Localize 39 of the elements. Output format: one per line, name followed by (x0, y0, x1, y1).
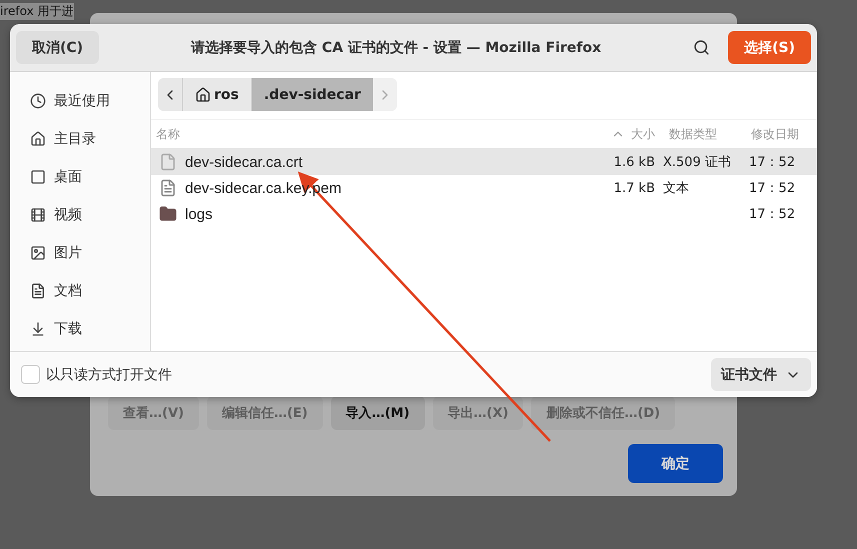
sidebar-item[interactable]: 桌面 (54, 168, 82, 186)
sidebar-item[interactable]: 主目录 (54, 130, 96, 148)
modified-time: 17：52 (749, 181, 796, 196)
document-icon (30, 283, 46, 299)
window-title: 请选择要导入的包含 CA 证书的文件 - 设置 — Mozilla Firefox (190, 38, 602, 56)
search-icon[interactable] (693, 39, 710, 56)
select-button[interactable]: 选择(S) (728, 31, 811, 64)
file-icon (159, 153, 177, 171)
text-file-icon (159, 179, 177, 197)
file-row[interactable]: logs 17：52 (151, 201, 817, 227)
sidebar-item[interactable]: 视频 (54, 206, 82, 224)
file-filter-dropdown[interactable]: 证书文件 (711, 358, 811, 391)
clock-icon (30, 93, 46, 109)
download-icon (30, 321, 46, 337)
file-name: dev-sidecar.ca.crt (185, 154, 303, 170)
file-size: 1.6 kB (614, 154, 655, 170)
sidebar-item[interactable]: 图片 (54, 244, 82, 262)
image-icon (30, 245, 46, 261)
file-type: X.509 证书 (663, 155, 731, 170)
square-icon (30, 169, 46, 185)
read-only-checkbox[interactable] (21, 365, 40, 384)
file-type: 文本 (663, 181, 689, 196)
film-icon (30, 207, 46, 223)
background-text: irefox 用于进 (0, 3, 74, 20)
file-size: 1.7 kB (614, 180, 655, 196)
home-icon (30, 131, 46, 147)
folder-icon (159, 205, 177, 223)
ok-button[interactable]: 确定 (628, 444, 723, 483)
checkbox-label: 以只读方式打开文件 (46, 366, 173, 384)
sidebar-item[interactable]: 下载 (54, 320, 82, 338)
file-name: logs (185, 206, 213, 222)
sidebar-item[interactable]: 最近使用 (54, 92, 110, 110)
cancel-button[interactable]: 取消(C) (16, 31, 100, 64)
action-button[interactable]: 导入…(M) (330, 396, 425, 430)
modified-time: 17：52 (749, 207, 796, 222)
modified-time: 17：52 (749, 155, 796, 170)
sidebar-item[interactable]: 文档 (54, 282, 82, 300)
path-button[interactable]: .dev-sidecar (250, 78, 373, 111)
file-row[interactable]: dev-sidecar.ca.crt 1.6 kB X.509 证书 17：52 (151, 149, 817, 175)
